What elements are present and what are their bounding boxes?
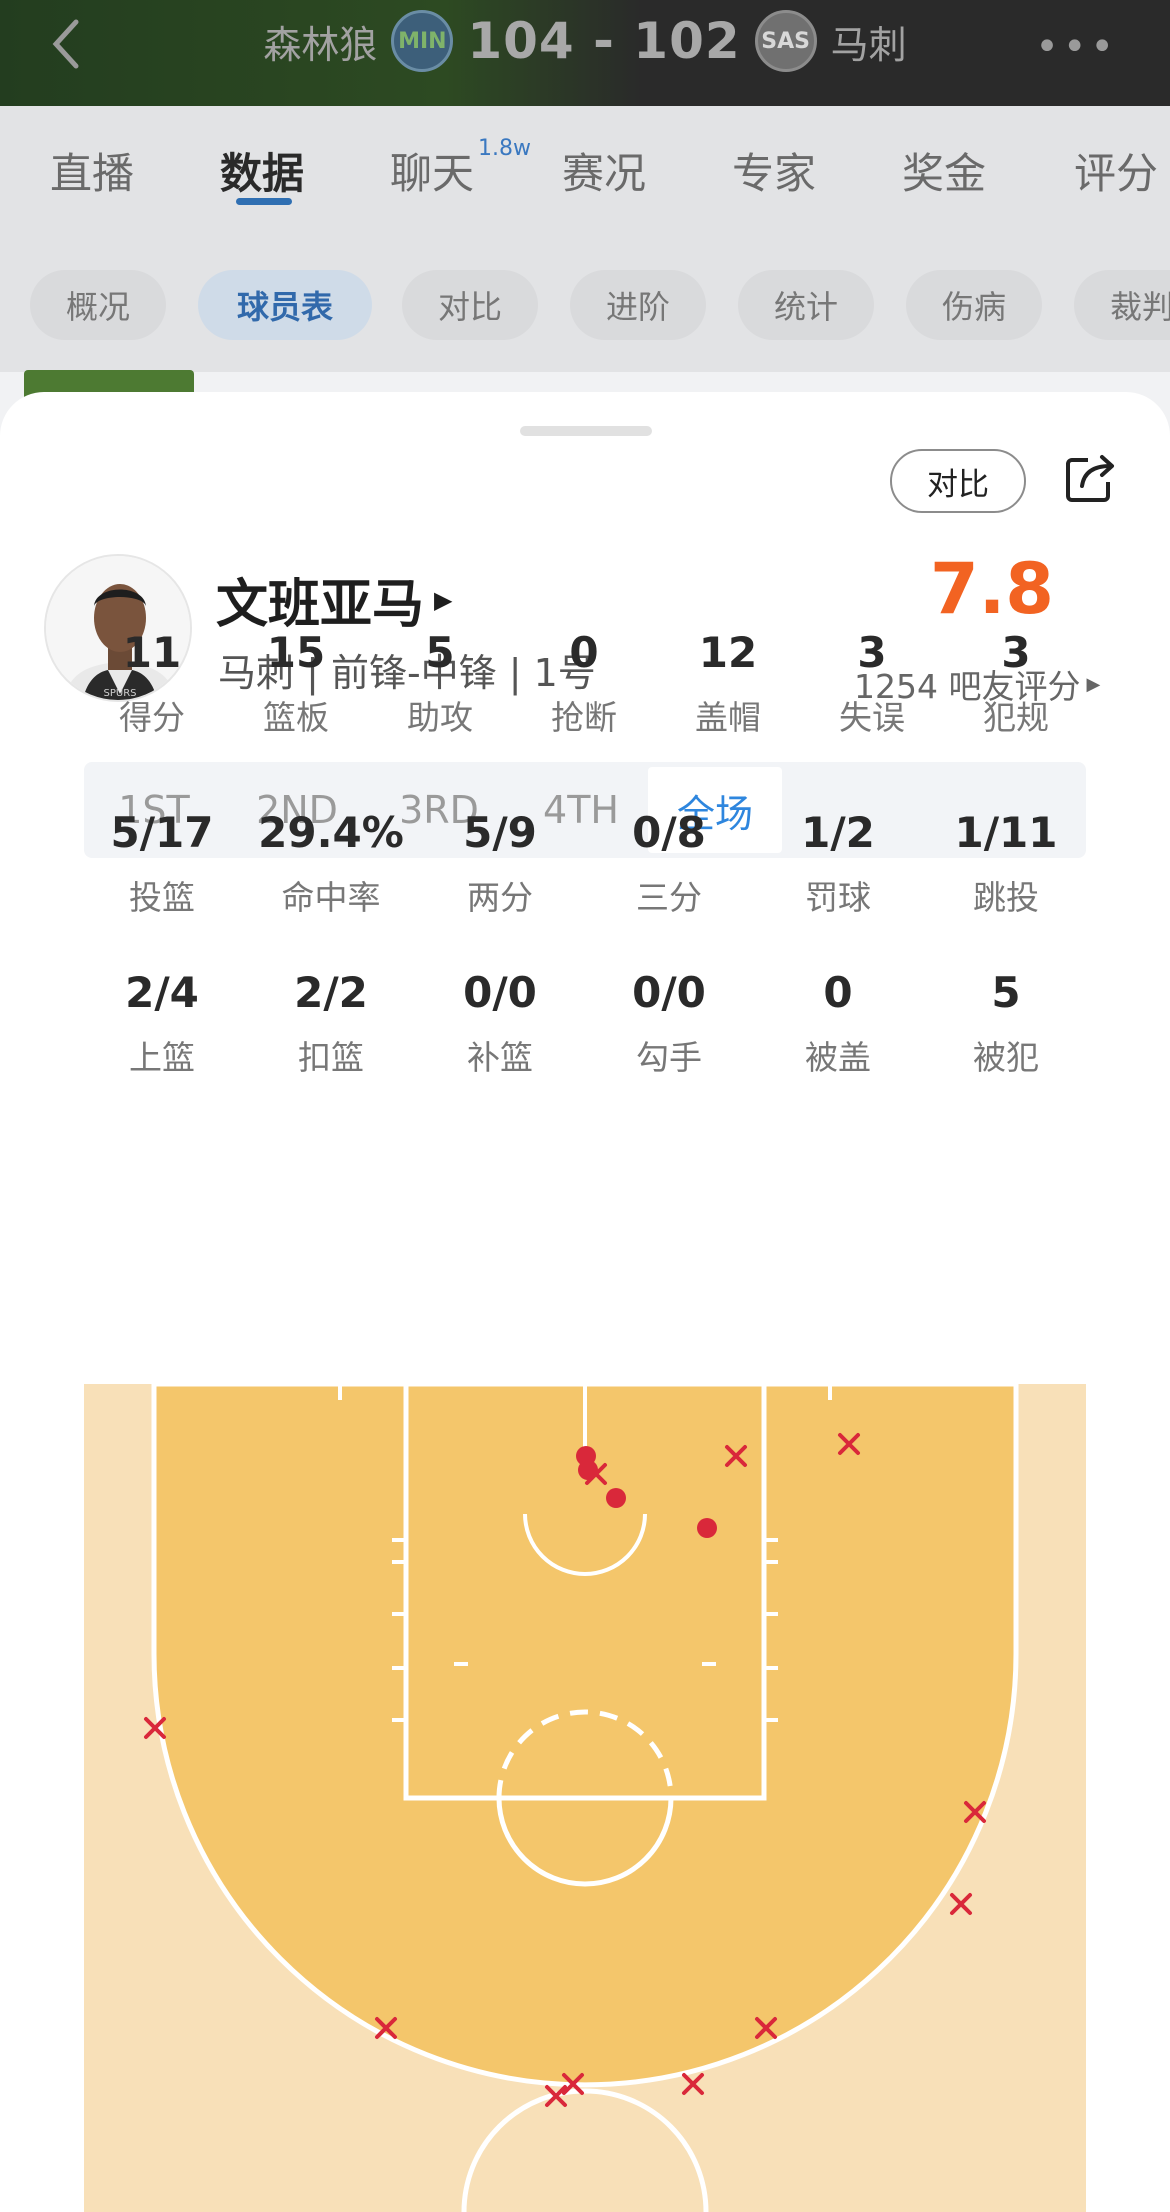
compare-button[interactable]: 对比 xyxy=(890,449,1026,513)
stat-value: 29.4% xyxy=(258,808,404,857)
stat-item: 0/0 勾手 xyxy=(579,968,759,1079)
stat-item: 0 被盖 xyxy=(748,968,928,1079)
away-team-logo: SAS xyxy=(754,10,817,72)
tab-live[interactable]: 直播 xyxy=(50,140,134,201)
stat-value: 2/4 xyxy=(125,968,199,1017)
tab-bonus[interactable]: 奖金 xyxy=(902,140,986,201)
home-team-logo: MIN xyxy=(391,10,454,72)
play-arrow-icon: ▶ xyxy=(434,585,453,614)
sub-tabs: 概况 球员表 对比 进阶 统计 伤病 裁判 xyxy=(0,222,1170,372)
stat-value: 0/0 xyxy=(463,968,537,1017)
tab-chat[interactable]: 聊天 xyxy=(390,140,474,201)
subtab-player-table[interactable]: 球员表 xyxy=(198,270,372,340)
stat-item: 5 被犯 xyxy=(916,968,1096,1079)
more-dots-icon[interactable]: ••• xyxy=(1035,24,1118,70)
player-detail-sheet: 对比 SPURS 文班亚马 ▶ 马刺 | 前锋-中锋 | 1号 7.8 1254… xyxy=(0,392,1170,2212)
home-team-name: 森林狼 xyxy=(263,22,378,67)
stat-item: 0/0 补篮 xyxy=(410,968,590,1079)
stat-value: 0/8 xyxy=(632,808,706,857)
game-score: 104 - 102 xyxy=(467,12,741,70)
subtab-referees[interactable]: 裁判 xyxy=(1074,270,1170,340)
stat-value: 5/9 xyxy=(463,808,537,857)
stat-value: 0/0 xyxy=(632,968,706,1017)
player-rating: 7.8 xyxy=(930,548,1055,630)
scoreline: 森林狼 MIN 104 - 102 SAS 马刺 xyxy=(0,10,1170,72)
stat-label: 犯规 xyxy=(983,698,1049,737)
stat-label: 投篮 xyxy=(129,878,195,917)
tab-data[interactable]: 数据 xyxy=(220,140,304,201)
subtab-advanced[interactable]: 进阶 xyxy=(570,270,706,340)
shot-chart xyxy=(84,1384,1086,2212)
stat-item: 29.4% 命中率 xyxy=(241,808,421,919)
stat-value: 0 xyxy=(823,968,853,1017)
stat-label: 扣篮 xyxy=(298,1038,364,1077)
sheet-drag-handle[interactable] xyxy=(520,426,652,436)
stat-value: 5/17 xyxy=(110,808,214,857)
stat-label: 跳投 xyxy=(973,878,1039,917)
stat-value: 5 xyxy=(991,968,1021,1017)
player-name-text: 文班亚马 xyxy=(216,575,425,635)
stat-value: 1/11 xyxy=(954,808,1058,857)
subtab-overview[interactable]: 概况 xyxy=(30,270,166,340)
share-icon[interactable] xyxy=(1062,448,1120,506)
tab-game-status[interactable]: 赛况 xyxy=(562,140,646,201)
stat-label: 补篮 xyxy=(467,1038,533,1077)
tab-experts[interactable]: 专家 xyxy=(732,140,816,201)
stat-value: 1/2 xyxy=(801,808,875,857)
stat-label: 两分 xyxy=(467,878,533,917)
stat-label: 罚球 xyxy=(805,878,871,917)
main-tabs: 直播 数据 聊天 1.8w 赛况 专家 奖金 评分 xyxy=(0,106,1170,222)
stat-item: 2/4 上篮 xyxy=(72,968,252,1079)
stat-label: 被犯 xyxy=(973,1038,1039,1077)
player-name[interactable]: 文班亚马 ▶ xyxy=(216,562,452,637)
stat-item: 5/17 投篮 xyxy=(72,808,252,919)
stat-item: 0/8 三分 xyxy=(579,808,759,919)
stat-value: 2/2 xyxy=(294,968,368,1017)
away-team-name: 马刺 xyxy=(830,22,907,67)
made-shot-dot xyxy=(606,1488,626,1508)
game-header: 森林狼 MIN 104 - 102 SAS 马刺 ••• xyxy=(0,0,1170,106)
stat-label: 上篮 xyxy=(129,1038,195,1077)
subtab-compare[interactable]: 对比 xyxy=(402,270,538,340)
stat-label: 三分 xyxy=(636,878,702,917)
tab-rating[interactable]: 评分 xyxy=(1074,140,1158,201)
stat-item: 5/9 两分 xyxy=(410,808,590,919)
active-tab-indicator xyxy=(236,198,292,205)
stat-item: 2/2 扣篮 xyxy=(241,968,421,1079)
subtab-stats[interactable]: 统计 xyxy=(738,270,874,340)
stat-value: 3 xyxy=(1001,628,1031,677)
subtab-injuries[interactable]: 伤病 xyxy=(906,270,1042,340)
stat-item: 1/11 跳投 xyxy=(916,808,1096,919)
stat-label: 命中率 xyxy=(281,878,381,917)
stat-label: 被盖 xyxy=(805,1038,871,1077)
stat-label: 勾手 xyxy=(636,1038,702,1077)
stat-item: 3 犯规 xyxy=(926,628,1106,739)
stat-item: 1/2 罚球 xyxy=(748,808,928,919)
made-shot-dot xyxy=(697,1518,717,1538)
chat-count-badge: 1.8w xyxy=(478,136,531,161)
